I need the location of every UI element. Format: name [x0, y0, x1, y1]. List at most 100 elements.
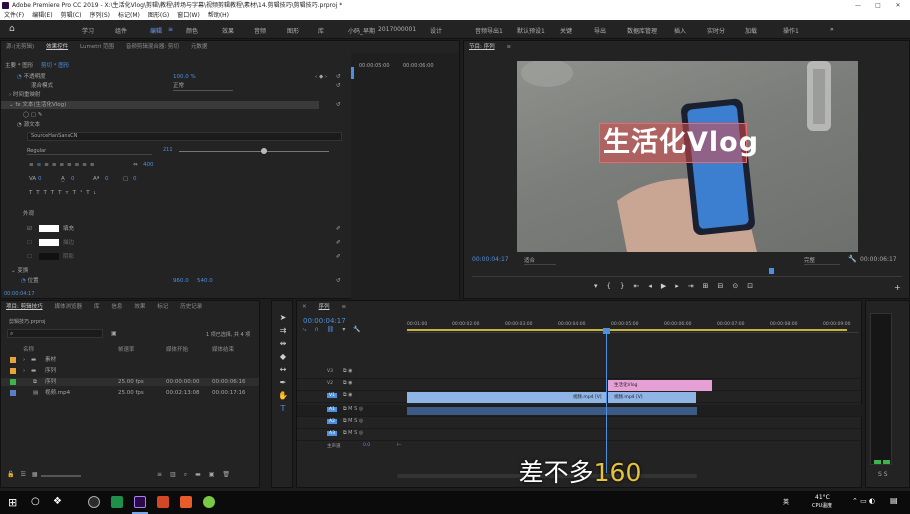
automate-icon[interactable]: ▥: [170, 471, 184, 478]
col-media-start[interactable]: 媒体开始: [166, 346, 188, 354]
ws-operation[interactable]: 操作1: [783, 26, 799, 35]
menu-sequence[interactable]: 序列(S): [90, 12, 111, 19]
text-bottom-icon[interactable]: ≡: [90, 162, 98, 168]
premiere-taskbar-icon[interactable]: [134, 496, 146, 508]
font-size-value[interactable]: 211: [163, 147, 173, 153]
transform-collapse-icon[interactable]: ⌄: [11, 268, 16, 274]
taskbar-lang[interactable]: 英: [783, 497, 789, 506]
master-volume-value[interactable]: 0.0: [363, 443, 370, 448]
add-button-icon[interactable]: +: [894, 283, 901, 292]
position-x-value[interactable]: 960.0: [173, 277, 189, 285]
add-marker-icon[interactable]: ▾: [342, 326, 353, 333]
label-color-swatch[interactable]: [10, 368, 16, 374]
trash-icon[interactable]: 🗑: [222, 471, 238, 478]
video-clip-1[interactable]: 视频.mp4 [V]: [407, 392, 607, 403]
shadow-eyedropper-icon[interactable]: ✐: [336, 253, 341, 261]
menu-clip[interactable]: 剪辑(C): [61, 12, 82, 19]
insert-icon[interactable]: ⊞: [703, 282, 718, 290]
menu-file[interactable]: 文件(F): [4, 12, 24, 19]
mark-out-icon[interactable]: }: [620, 282, 633, 290]
blend-mode-select[interactable]: 正常: [173, 82, 233, 91]
collapse-arrow-icon[interactable]: ⌄: [9, 102, 14, 108]
close-icon[interactable]: ✕: [888, 0, 908, 11]
fill-eyedropper-icon[interactable]: ✐: [336, 225, 341, 233]
stroke-eyedropper-icon[interactable]: ✐: [336, 239, 341, 247]
align-left-icon[interactable]: ≡: [29, 162, 37, 168]
label-color-swatch[interactable]: [10, 379, 16, 385]
search-taskbar-icon[interactable]: ○: [31, 496, 40, 507]
reset-text-icon[interactable]: ↺: [336, 101, 341, 109]
play-icon[interactable]: ▶: [661, 282, 675, 290]
timeline-menu-icon[interactable]: ≡: [336, 301, 351, 313]
text-middle-icon[interactable]: ≡: [82, 162, 90, 168]
audio-clip-a1[interactable]: [407, 407, 697, 415]
project-search-input[interactable]: ⌕: [7, 329, 103, 338]
ws-default-preset[interactable]: 默认预设1: [517, 26, 545, 35]
new-bin-from-search-icon[interactable]: ▣: [111, 330, 117, 337]
ws-design[interactable]: 设计: [430, 26, 442, 35]
program-playhead[interactable]: [769, 268, 774, 274]
justify-last-icon[interactable]: ≡: [59, 162, 67, 168]
track-sync-icon[interactable]: ⧉ ◉: [343, 380, 353, 386]
selection-tool-icon[interactable]: ➤: [277, 311, 289, 324]
ws-custom-1[interactable]: 小码_早期: [348, 26, 375, 35]
menu-graphics[interactable]: 图形(G): [148, 12, 169, 19]
add-marker-icon[interactable]: ▾: [594, 282, 607, 290]
tab-media-browser[interactable]: 媒体浏览器: [50, 301, 88, 313]
razor-icon[interactable]: ◆: [277, 350, 289, 363]
app-orange-icon[interactable]: [180, 496, 192, 508]
settings-wrench-icon[interactable]: 🔧: [353, 326, 368, 333]
export-frame-icon[interactable]: ⊙: [732, 282, 747, 290]
timeline-ruler[interactable]: 00:01:00 00:00:02:00 00:00:03:00 00:00:0…: [407, 319, 859, 333]
ws-editing[interactable]: 编辑: [150, 26, 162, 35]
ws-audio[interactable]: 音频: [254, 26, 266, 35]
ws-overflow-icon[interactable]: »: [830, 26, 834, 33]
project-item-row[interactable]: › ▬ 序列: [1, 367, 259, 375]
ws-library[interactable]: 库: [318, 26, 324, 35]
timeline-playhead-handle[interactable]: [603, 328, 610, 334]
find-icon[interactable]: ⌕: [184, 471, 195, 478]
col-name[interactable]: 名称: [23, 346, 34, 354]
overwrite-icon[interactable]: ⊟: [718, 282, 733, 290]
menu-help[interactable]: 帮助(H): [208, 12, 229, 19]
new-item-icon[interactable]: ▣: [209, 471, 223, 478]
track-label-v2[interactable]: V2: [327, 381, 333, 386]
zoom-slider[interactable]: [41, 475, 81, 477]
reset-position-icon[interactable]: ↺: [336, 277, 341, 285]
ws-learn[interactable]: 学习: [82, 26, 94, 35]
reset-blend-icon[interactable]: ↺: [336, 82, 341, 90]
sort-icon[interactable]: ≡: [157, 471, 170, 478]
col-fps[interactable]: 帧速率: [118, 346, 135, 354]
font-size-slider[interactable]: [179, 151, 329, 152]
track-audio-icons[interactable]: ⧉ M S ◎: [343, 406, 363, 412]
tab-markers[interactable]: 标记: [152, 301, 173, 313]
label-color-swatch[interactable]: [10, 357, 16, 363]
menu-window[interactable]: 窗口(W): [177, 12, 200, 19]
notification-icon[interactable]: ▤: [890, 496, 898, 505]
font-style-select[interactable]: Regular: [27, 147, 152, 155]
tsume-value[interactable]: 0: [133, 175, 137, 183]
all-caps-icon[interactable]: TT: [44, 190, 59, 196]
project-item-row[interactable]: ⧉ 序列 25.00 fps 00:00:00:00 00:00:06:16: [1, 378, 259, 386]
ws-export[interactable]: 导出: [594, 26, 606, 35]
ws-effects[interactable]: 效果: [222, 26, 234, 35]
kerning-value[interactable]: 0: [38, 176, 42, 182]
list-view-icon[interactable]: ☰: [20, 471, 31, 478]
title-clip[interactable]: 生活化Vlog: [608, 380, 712, 391]
ws-load[interactable]: 加载: [745, 26, 757, 35]
track-sync-icon[interactable]: ⧉ ◉: [343, 392, 353, 398]
tab-history[interactable]: 历史记录: [175, 301, 207, 313]
stroke-color-swatch[interactable]: [39, 239, 59, 246]
expand-icon[interactable]: ›: [23, 367, 25, 375]
ws-assembly[interactable]: 组件: [115, 26, 127, 35]
project-item-row[interactable]: › ▬ 素材: [1, 356, 259, 364]
tab-source[interactable]: 源:(无剪辑): [1, 41, 39, 53]
task-view-icon[interactable]: ❖: [53, 496, 62, 507]
shadow-checkbox[interactable]: ☐: [27, 254, 32, 260]
subscript-icon[interactable]: T₁: [86, 190, 100, 196]
browser-icon[interactable]: [88, 496, 100, 508]
close-sequence-icon[interactable]: ✕: [297, 301, 312, 313]
tab-project[interactable]: 项目: 剪辑技巧: [1, 301, 48, 313]
track-label-a1[interactable]: A1: [327, 407, 337, 412]
type-tool-icon[interactable]: T: [277, 402, 289, 415]
